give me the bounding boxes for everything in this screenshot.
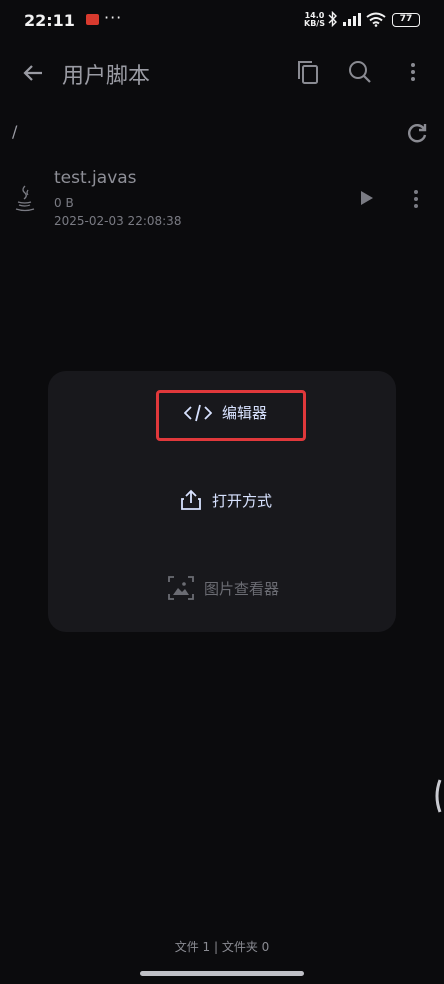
option-open-with-label: 打开方式 (212, 491, 273, 510)
home-indicator[interactable] (140, 971, 304, 976)
file-list-item[interactable]: test.javas 0 B 2025-02-03 22:08:38 (0, 158, 444, 238)
image-scan-icon (168, 576, 194, 600)
battery-icon: 77 (392, 13, 420, 27)
share-icon (181, 489, 201, 510)
file-folder-count: 文件 1 | 文件夹 0 (174, 940, 270, 954)
page-title: 用户脚本 (62, 64, 151, 89)
option-image-viewer-label: 图片查看器 (204, 579, 280, 598)
search-icon[interactable] (346, 58, 374, 86)
refresh-icon[interactable] (404, 120, 430, 146)
run-play-icon[interactable] (356, 188, 376, 208)
battery-level: 77 (399, 14, 413, 24)
file-name: test.javas (54, 168, 137, 188)
wifi-icon (366, 12, 386, 27)
highlight-annotation-box (156, 390, 306, 441)
more-notifications-indicator: ··· (104, 8, 123, 27)
status-time: 22:11 (24, 11, 75, 30)
back-arrow-icon[interactable] (18, 58, 48, 88)
copy-icon[interactable] (294, 58, 322, 86)
network-speed: 14.0 KB/S (304, 12, 325, 28)
more-options-icon[interactable] (400, 58, 426, 86)
java-file-icon (15, 185, 35, 212)
file-more-options-icon[interactable] (406, 188, 426, 210)
cellular-signal-icon (343, 13, 361, 26)
edge-gesture-handle[interactable] (432, 778, 442, 814)
notification-app-icon (86, 14, 99, 25)
bluetooth-icon (328, 11, 337, 27)
status-bar: 22:11 ··· 14.0 KB/S 77 (0, 0, 444, 40)
file-modified-date: 2025-02-03 22:08:38 (54, 214, 182, 228)
file-size: 0 B (54, 196, 74, 210)
current-path[interactable]: / (12, 122, 17, 141)
option-image-viewer: 图片查看器 (168, 576, 279, 600)
network-speed-unit: KB/S (304, 19, 325, 28)
option-open-with[interactable]: 打开方式 (180, 489, 272, 511)
